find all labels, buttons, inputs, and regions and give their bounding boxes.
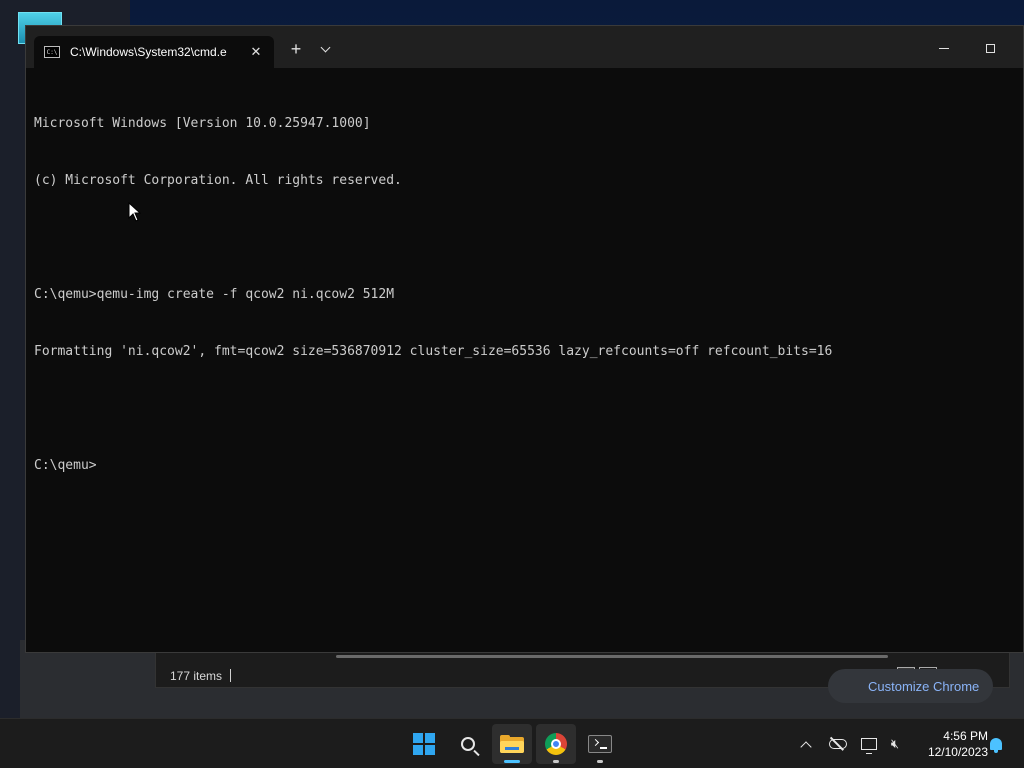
console-line: C:\qemu>qemu-img create -f qcow2 ni.qcow… — [34, 287, 395, 302]
search-icon — [461, 737, 475, 751]
chevron-down-icon — [320, 42, 330, 52]
bell-icon — [990, 738, 1002, 753]
network-button[interactable] — [858, 733, 880, 755]
terminal-button[interactable] — [580, 724, 620, 764]
minimize-button[interactable] — [921, 38, 967, 58]
console-line: Microsoft Windows [Version 10.0.25947.10… — [34, 116, 371, 131]
terminal-icon — [588, 735, 612, 753]
maximize-button[interactable] — [967, 38, 1013, 58]
explorer-horizontal-scrollbar[interactable] — [336, 655, 888, 658]
folder-icon — [500, 735, 524, 753]
volume-muted-icon: 🔇︎ — [890, 736, 900, 751]
running-indicator — [597, 760, 603, 763]
start-button[interactable] — [404, 724, 444, 764]
new-tab-button[interactable]: + — [286, 39, 306, 59]
explorer-item-count: 177 items — [170, 669, 223, 683]
cloud-offline-icon — [829, 739, 847, 749]
tab-dropdown-button[interactable] — [316, 39, 334, 59]
mouse-pointer-icon — [128, 202, 142, 222]
tab-title: C:\Windows\System32\cmd.e — [70, 45, 227, 59]
clock-time: 4:56 PM — [943, 729, 988, 743]
clock[interactable]: 4:56 PM 12/10/2023 — [912, 728, 988, 760]
network-icon — [861, 738, 877, 754]
console-output[interactable]: Microsoft Windows [Version 10.0.25947.10… — [34, 76, 1015, 644]
windows-logo-icon — [413, 733, 435, 755]
running-indicator — [553, 760, 559, 763]
show-hidden-icons-button[interactable] — [795, 733, 817, 755]
status-divider — [230, 669, 231, 682]
tab-close-icon[interactable]: ✕ — [248, 44, 264, 60]
console-prompt[interactable]: C:\qemu> — [34, 456, 1015, 475]
terminal-window: C:\ C:\Windows\System32\cmd.e ✕ + Micros… — [25, 25, 1024, 653]
customize-chrome-button[interactable]: Customize Chrome — [828, 669, 993, 703]
maximize-icon — [985, 43, 995, 53]
console-line: (c) Microsoft Corporation. All rights re… — [34, 173, 402, 188]
terminal-titlebar[interactable]: C:\ C:\Windows\System32\cmd.e ✕ + — [26, 26, 1023, 68]
chrome-icon — [545, 733, 567, 755]
console-line: Formatting 'ni.qcow2', fmt=qcow2 size=53… — [34, 344, 833, 359]
clock-date: 12/10/2023 — [927, 745, 988, 759]
notifications-button[interactable] — [988, 735, 1004, 753]
search-button[interactable] — [448, 724, 488, 764]
file-explorer-button[interactable] — [492, 724, 532, 764]
tab-cmd[interactable]: C:\ C:\Windows\System32\cmd.e ✕ — [34, 36, 274, 68]
cmd-icon: C:\ — [44, 46, 60, 58]
chrome-button[interactable] — [536, 724, 576, 764]
taskbar: 🔇︎ 4:56 PM 12/10/2023 — [0, 718, 1024, 768]
minimize-icon — [939, 47, 949, 49]
onedrive-button[interactable] — [827, 733, 849, 755]
active-indicator — [504, 760, 520, 763]
chevron-up-icon — [800, 740, 812, 753]
volume-button[interactable]: 🔇︎ — [884, 733, 906, 755]
